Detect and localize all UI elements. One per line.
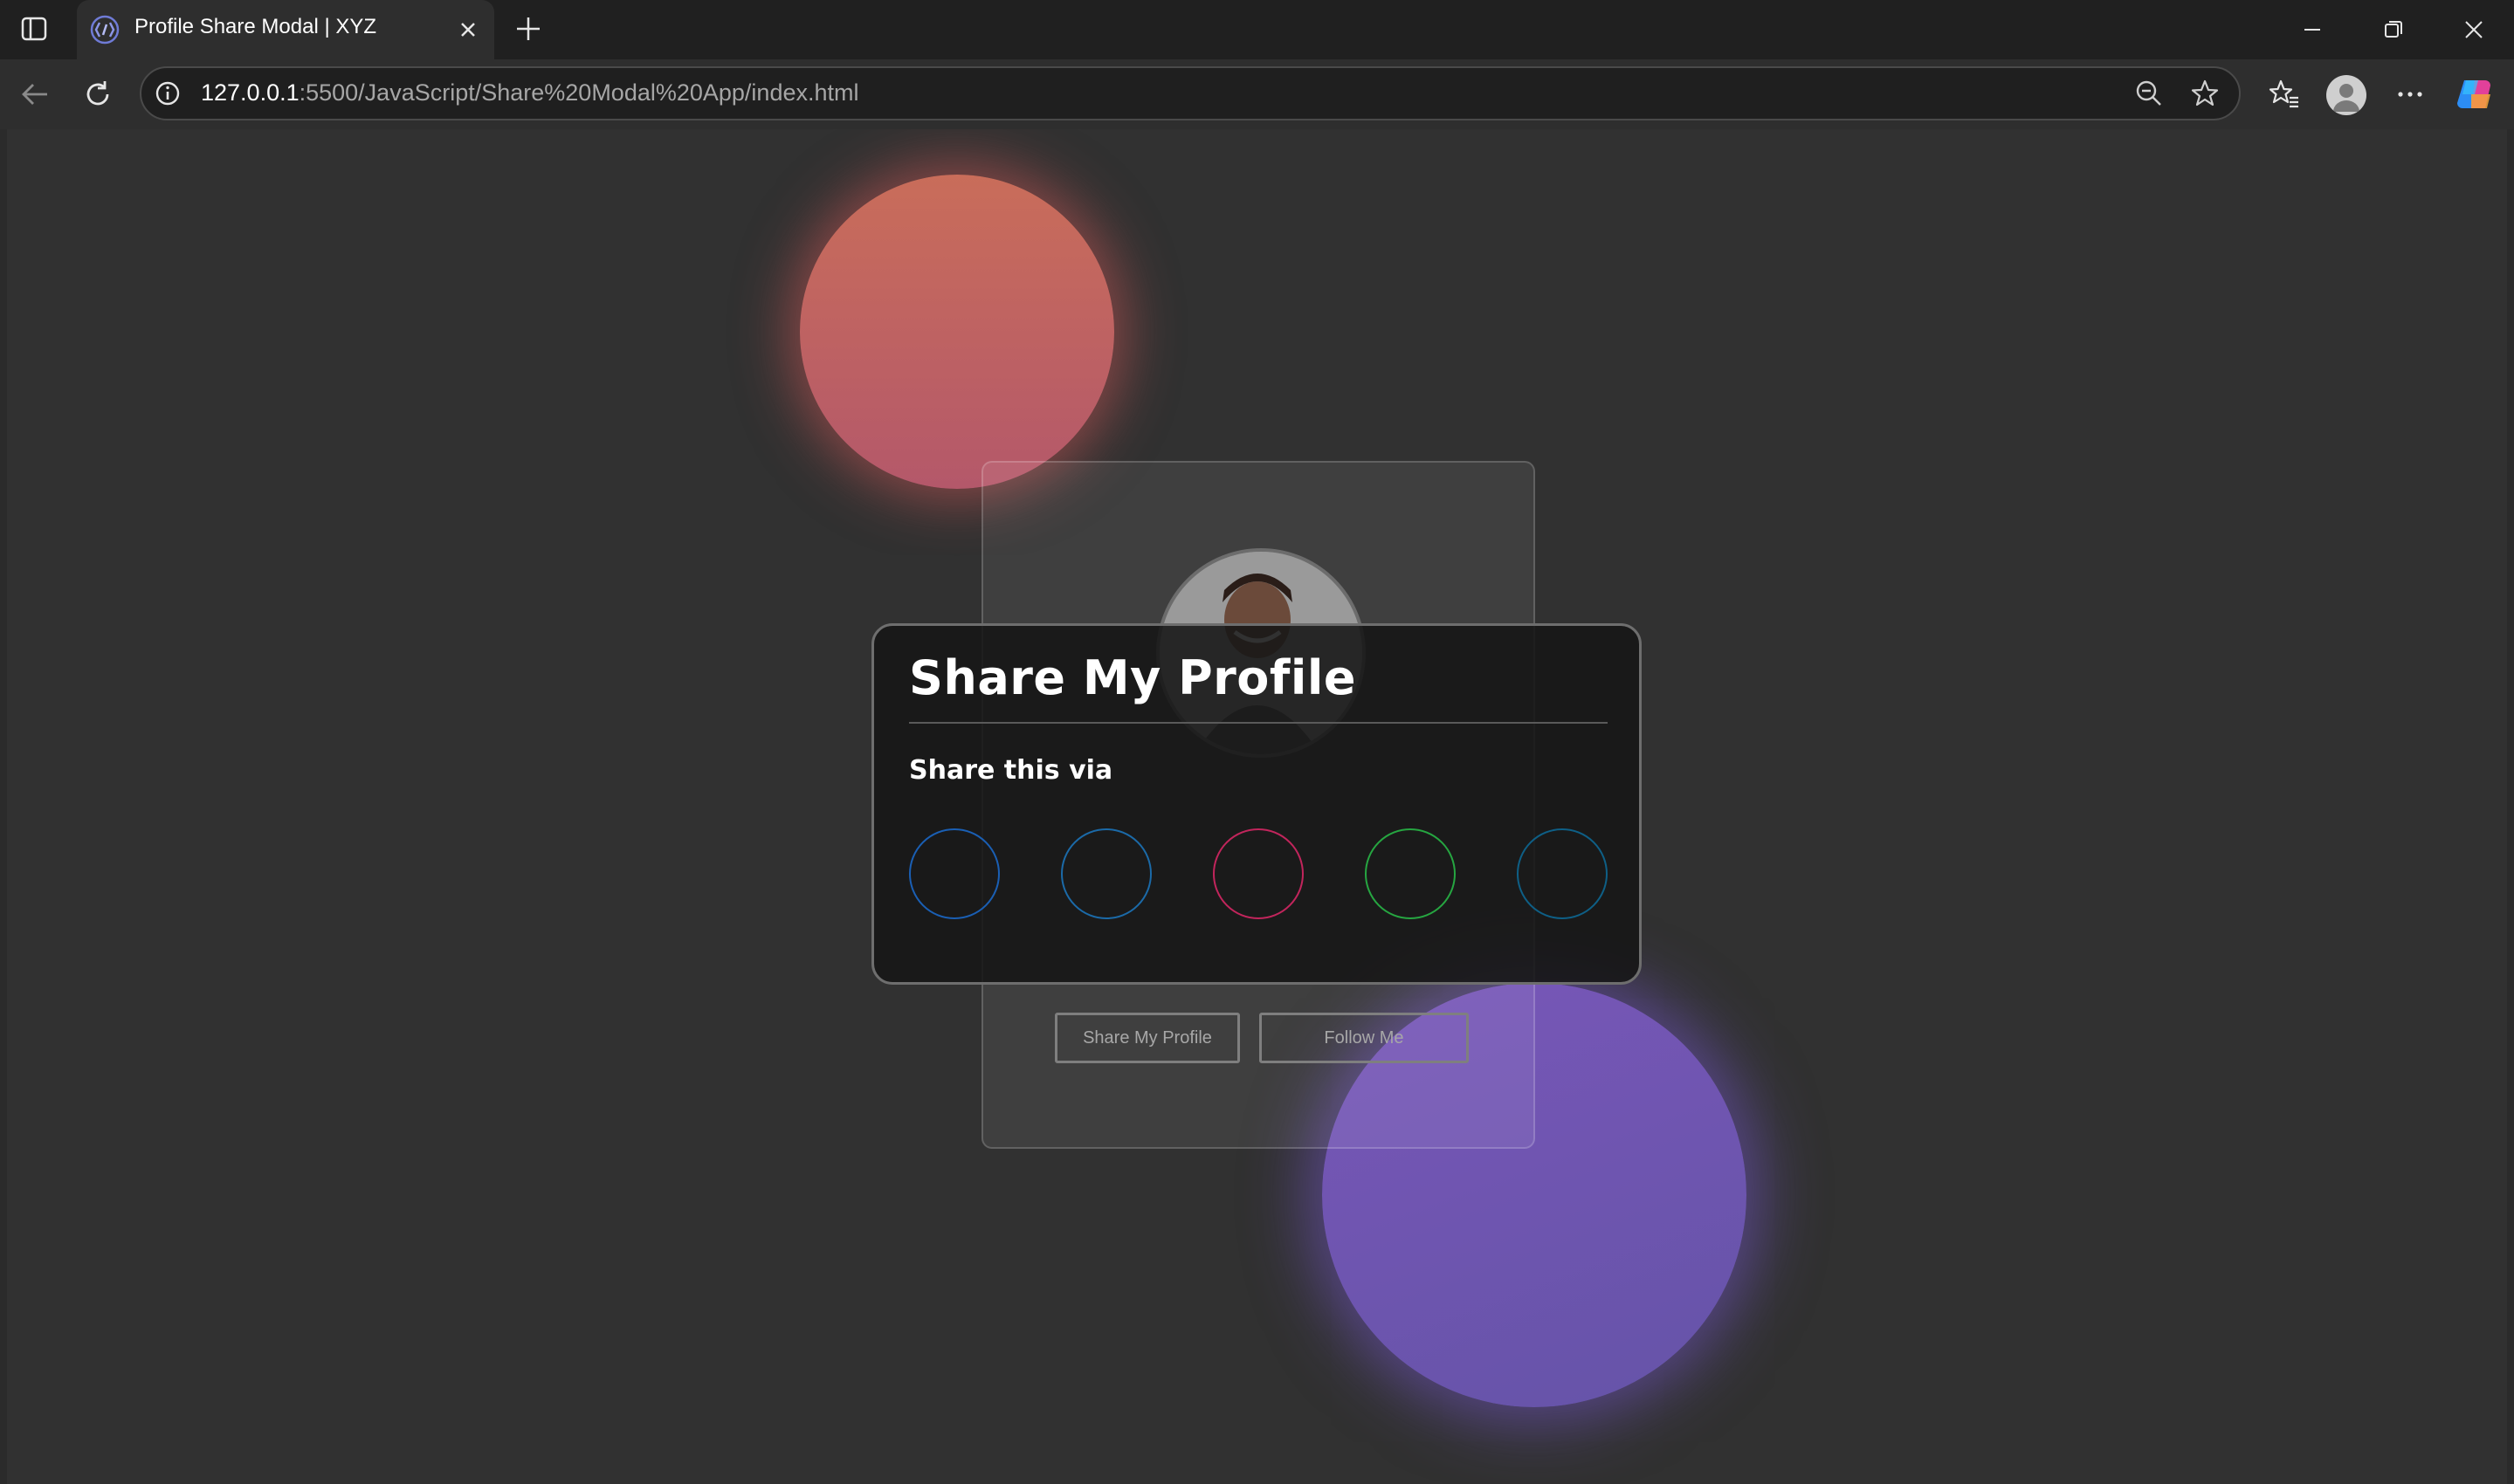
address-bar[interactable]: 127.0.0.1:5500/JavaScript/Share%20Modal%… [140, 66, 2241, 120]
page-viewport: Share My Profile Follow Me Share My Prof… [7, 129, 2507, 1484]
decorative-orange-circle [800, 175, 1114, 489]
url-host: 127.0.0.1 [201, 79, 300, 106]
share-profile-button[interactable]: Share My Profile [1055, 1013, 1240, 1063]
share-modal: Share My Profile Share this via [871, 623, 1642, 985]
more-options-icon[interactable] [2393, 77, 2428, 112]
twitter-share-button[interactable] [1061, 828, 1152, 919]
follow-button[interactable]: Follow Me [1259, 1013, 1469, 1063]
modal-title: Share My Profile [909, 650, 1357, 705]
zoom-out-icon[interactable] [2134, 79, 2164, 108]
browser-titlebar: Profile Share Modal | XYZ [0, 0, 2514, 59]
modal-subtitle: Share this via [909, 755, 1113, 786]
vscode-live-server-icon [90, 15, 120, 45]
modal-divider [909, 722, 1608, 724]
url-path: :5500/JavaScript/Share%20Modal%20App/ind… [299, 79, 859, 106]
copilot-icon[interactable] [2455, 73, 2497, 115]
new-tab-icon[interactable] [513, 14, 543, 44]
site-info-icon[interactable] [154, 79, 182, 107]
browser-tab[interactable]: Profile Share Modal | XYZ [77, 0, 494, 59]
whatsapp-share-button[interactable] [1365, 828, 1456, 919]
minimize-icon[interactable] [2300, 17, 2325, 42]
favorites-icon[interactable] [2267, 77, 2302, 112]
refresh-icon[interactable] [80, 77, 115, 112]
favorite-star-icon[interactable] [2190, 79, 2220, 108]
url-text[interactable]: 127.0.0.1:5500/JavaScript/Share%20Modal%… [201, 79, 859, 106]
close-icon[interactable] [458, 19, 479, 40]
restore-icon[interactable] [2381, 17, 2406, 42]
sidebar-toggle-icon[interactable] [21, 16, 47, 42]
facebook-share-button[interactable] [909, 828, 1000, 919]
window-close-icon[interactable] [2462, 17, 2486, 42]
browser-profile-avatar[interactable] [2326, 75, 2366, 115]
back-arrow-icon[interactable] [17, 77, 52, 112]
instagram-share-button[interactable] [1213, 828, 1304, 919]
tab-title: Profile Share Modal | XYZ [134, 15, 377, 38]
user-icon [2333, 84, 2359, 112]
browser-toolbar: 127.0.0.1:5500/JavaScript/Share%20Modal%… [0, 59, 2514, 129]
linkedin-share-button[interactable] [1517, 828, 1608, 919]
